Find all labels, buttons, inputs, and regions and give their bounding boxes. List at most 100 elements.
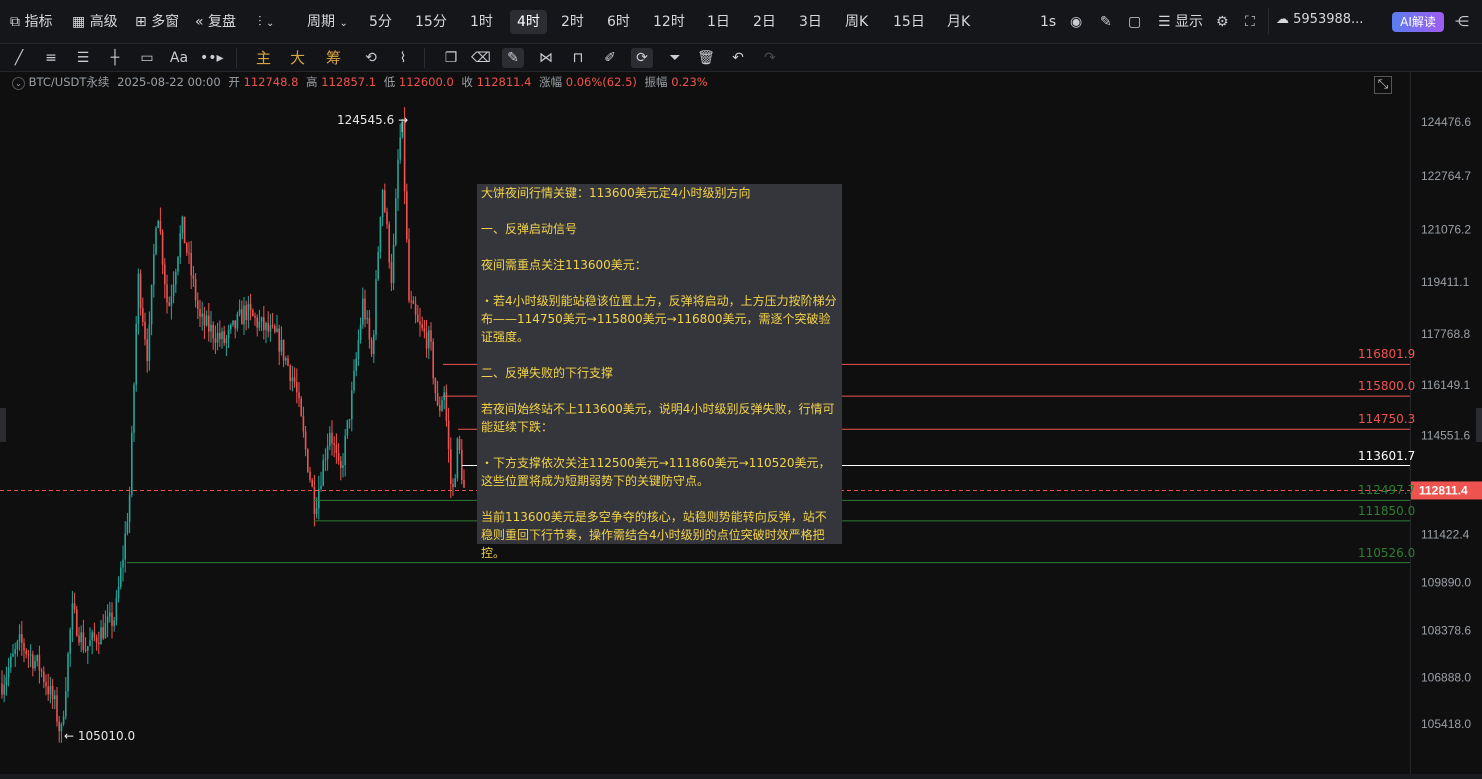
price-axis[interactable]: 124476.6 122764.7 121076.2 119411.1 117768.8… — [1410, 72, 1482, 774]
candle-body — [146, 339, 148, 361]
copy-icon[interactable]: ❐ — [440, 48, 462, 68]
multiwindow-button[interactable]: ⊞ 多窗 — [135, 12, 179, 32]
timeframe-tab[interactable]: 6时 — [607, 12, 630, 32]
candle-body — [124, 533, 126, 560]
analysis-note[interactable]: 大饼夜间行情关键：113600美元定4小时级别方向 一、反弹启动信号 夜间需重点… — [477, 184, 842, 560]
edit-icon[interactable]: ✐ — [599, 48, 621, 68]
candle-body — [421, 324, 423, 329]
candle-body — [40, 670, 43, 672]
auto-draw-icon[interactable]: ⟲ — [360, 48, 382, 68]
candle-body — [89, 640, 91, 647]
timeframe-tab[interactable]: 15分 — [415, 12, 447, 32]
ai-interpret-button[interactable]: AI解读 — [1392, 12, 1444, 32]
multiwindow-label: 多窗 — [151, 14, 180, 30]
main-toggle[interactable]: 主 — [256, 47, 271, 68]
right-panel-handle[interactable] — [1476, 408, 1482, 442]
candle-body — [87, 646, 89, 651]
share-icon[interactable]: ⋲ — [1455, 12, 1469, 32]
candle-body — [364, 298, 366, 320]
candle-body — [298, 392, 300, 399]
candle-body — [436, 392, 439, 406]
rectangle-icon[interactable]: ▭ — [136, 48, 158, 68]
period-dropdown[interactable]: 周期 ⌄ — [307, 12, 348, 34]
candle-body — [181, 216, 184, 234]
interval-button[interactable]: 1s — [1040, 12, 1056, 32]
delete-icon[interactable]: 🗑 — [695, 48, 717, 68]
timeframe-tab[interactable]: 15日 — [893, 12, 925, 32]
price-tick-label: 114551.6 — [1421, 428, 1470, 442]
candle-body — [58, 721, 60, 732]
top-bar: ⧉ 指标 ▦ 高级 ⊞ 多窗 « 复盘 ⫶ ⌄ 周期 ⌄ 5分 15分 1时 4时 2时… — [0, 0, 1482, 44]
timeframe-tab[interactable]: 3日 — [799, 12, 822, 32]
price-tick-label: 106888.0 — [1421, 671, 1471, 685]
candle-body — [106, 616, 109, 624]
eraser-icon[interactable]: ⌫ — [470, 48, 492, 68]
undo-icon[interactable]: ↶ — [727, 48, 749, 68]
candle-body — [192, 275, 195, 279]
chart-type-button[interactable]: ⫶ ⌄ — [258, 12, 274, 34]
trend-line-icon[interactable]: ╱ — [8, 48, 30, 68]
candle-body — [135, 323, 137, 385]
replay-button[interactable]: « 复盘 — [195, 12, 236, 32]
candle-body — [463, 480, 465, 488]
magnet-icon[interactable]: ⋈ — [535, 48, 557, 68]
chip-toggle[interactable]: 筹 — [326, 47, 341, 68]
account-balance[interactable]: ☁ 5953988... — [1276, 12, 1363, 27]
candle-body — [434, 378, 437, 393]
candle-body — [326, 445, 329, 460]
timeframe-tab[interactable]: 1时 — [470, 12, 493, 32]
horizontal-lines-icon[interactable]: ☰ — [72, 48, 94, 68]
settings-icon[interactable]: ⚙ — [1216, 12, 1229, 32]
indicators-button[interactable]: ⧉ 指标 — [10, 12, 52, 32]
text-tool[interactable]: Aa — [168, 48, 190, 68]
filter-icon[interactable]: ⏷ — [664, 48, 686, 68]
candle-body — [375, 279, 377, 335]
brush-icon[interactable]: ⌇ — [392, 48, 414, 68]
more-tools-icon[interactable]: ••▸ — [200, 48, 224, 68]
big-toggle[interactable]: 大 — [290, 47, 305, 68]
candle-body — [458, 438, 461, 450]
timeframe-tab[interactable]: 4时 — [510, 10, 547, 34]
candle-body — [23, 643, 25, 651]
chevron-down-icon: ⌄ — [339, 18, 348, 29]
candle-body — [300, 398, 302, 416]
indicators-label: 指标 — [24, 14, 53, 30]
candle-body — [274, 325, 276, 332]
left-panel-handle[interactable] — [0, 408, 6, 442]
cross-line-icon[interactable]: ┼ — [104, 48, 126, 68]
candle-body — [291, 377, 294, 382]
candle-body — [432, 341, 434, 379]
candle-body — [452, 484, 454, 488]
display-button[interactable]: ☰ 显示 — [1158, 12, 1203, 32]
redo-icon[interactable]: ↷ — [759, 48, 781, 68]
candle-body — [27, 653, 30, 655]
comment-icon[interactable]: ▢ — [1128, 12, 1141, 32]
price-level-label: 114750.3 — [1358, 412, 1416, 427]
candle-body — [329, 432, 331, 446]
candle-body — [366, 318, 368, 320]
parallel-lines-icon[interactable]: ≡ — [40, 48, 62, 68]
timeframe-tab[interactable]: 5分 — [369, 12, 392, 32]
timeframe-tab[interactable]: 2日 — [753, 12, 776, 32]
advanced-button[interactable]: ▦ 高级 — [72, 12, 118, 32]
timeframe-tab[interactable]: 2时 — [561, 12, 584, 32]
timeframe-tab[interactable]: 12时 — [653, 12, 685, 32]
candle-body — [139, 273, 142, 308]
camera-icon[interactable]: ◉ — [1070, 12, 1082, 32]
candle-body — [263, 317, 265, 331]
price-level-label: 112497.7 — [1358, 483, 1416, 498]
candle-body — [7, 667, 10, 678]
candle-body — [188, 252, 190, 254]
lock-icon[interactable]: ⊓ — [567, 48, 589, 68]
pencil-icon[interactable]: ✎ — [1100, 12, 1112, 32]
candle-body — [164, 264, 166, 285]
price-tick-label: 105418.0 — [1421, 717, 1471, 731]
fullscreen-icon[interactable]: ⛶ — [1245, 12, 1255, 32]
sync-icon[interactable]: ⟳ — [631, 48, 653, 68]
timeframe-tab[interactable]: 1日 — [707, 12, 730, 32]
advanced-label: 高级 — [89, 14, 118, 30]
timeframe-tab[interactable]: 月K — [947, 12, 970, 32]
timeframe-tab[interactable]: 周K — [845, 12, 868, 32]
candle-body — [419, 321, 421, 325]
continuous-draw-icon[interactable]: ✎ — [502, 48, 524, 68]
